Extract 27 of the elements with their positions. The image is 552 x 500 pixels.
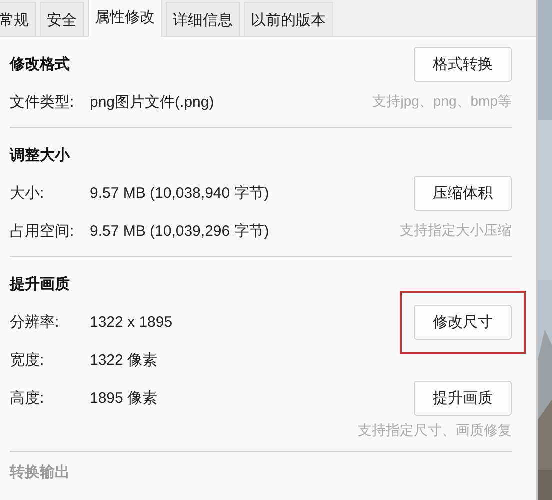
field-label: 占用空间: [10, 222, 76, 242]
field-value: 9.57 MB (10,038,940 字节) [90, 184, 270, 204]
field-label: 文件类型: [10, 92, 76, 112]
action-button[interactable]: 压缩体积 [414, 176, 512, 210]
hint-text: 支持指定大小压缩 [400, 222, 512, 240]
field-value: 9.57 MB (10,039,296 字节) [90, 222, 270, 242]
section-title: 调整大小 [10, 146, 72, 166]
field-value: 1322 像素 [90, 350, 159, 370]
action-button[interactable]: 格式转换 [414, 46, 512, 82]
field-value: 1895 像素 [90, 388, 159, 408]
field-label: 高度: [10, 388, 46, 408]
field-label: 分辨率: [10, 312, 60, 332]
hint-text: 支持jpg、png、bmp等 [372, 93, 512, 111]
section-title: 转换输出 [10, 462, 71, 482]
tab[interactable]: 以前的版本 [244, 2, 333, 36]
hint-text: 支持指定尺寸、画质修复 [358, 422, 512, 440]
action-button[interactable]: 修改尺寸 [414, 304, 512, 340]
tab[interactable]: 详细信息 [166, 2, 240, 36]
section-title: 修改格式 [10, 54, 71, 74]
action-button[interactable]: 提升画质 [414, 380, 512, 416]
field-value: 1322 x 1895 [90, 312, 174, 332]
field-value: png图片文件(.png) [90, 92, 216, 112]
tab[interactable]: 属性修改 [88, 0, 162, 37]
field-label: 宽度: [10, 350, 46, 370]
section-title: 提升画质 [10, 274, 71, 294]
field-label: 大小: [10, 184, 46, 204]
tab[interactable]: 安全 [40, 2, 84, 36]
